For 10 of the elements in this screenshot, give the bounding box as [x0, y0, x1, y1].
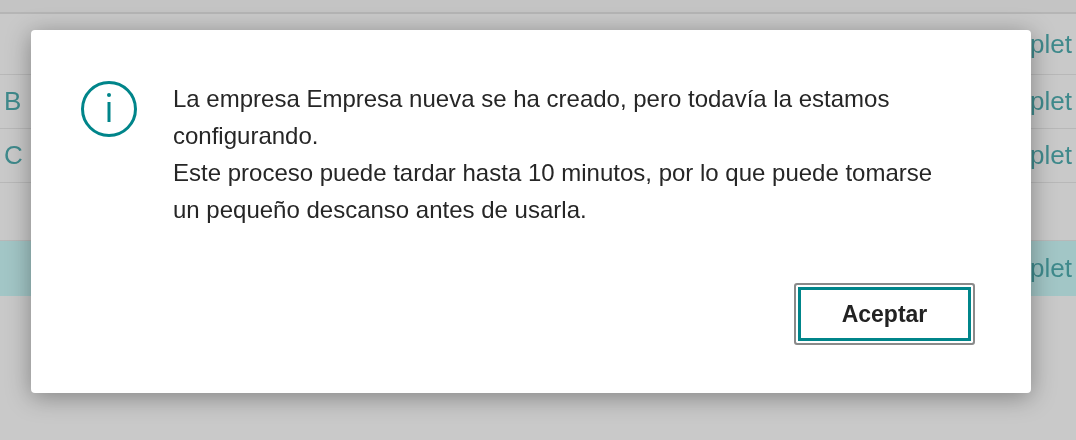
table-cell-text: plet	[1030, 86, 1073, 117]
table-cell-text: B	[3, 86, 22, 117]
table-cell-text: plet	[1030, 28, 1073, 60]
table-cell-text: C	[3, 140, 23, 171]
message-text: Este proceso puede tardar hasta 10 minutos, por lo que puede tomarse un pequeño descanso antes de usarla.	[173, 158, 934, 225]
info-icon	[80, 80, 138, 138]
accept-button[interactable]: Aceptar	[794, 283, 975, 345]
message-text: La empresa Empresa nueva se ha creado, pero todavía la estamos configurando.	[173, 84, 891, 151]
table-cell-text: plet	[1030, 253, 1073, 284]
table-cell-text: plet	[1030, 140, 1073, 171]
